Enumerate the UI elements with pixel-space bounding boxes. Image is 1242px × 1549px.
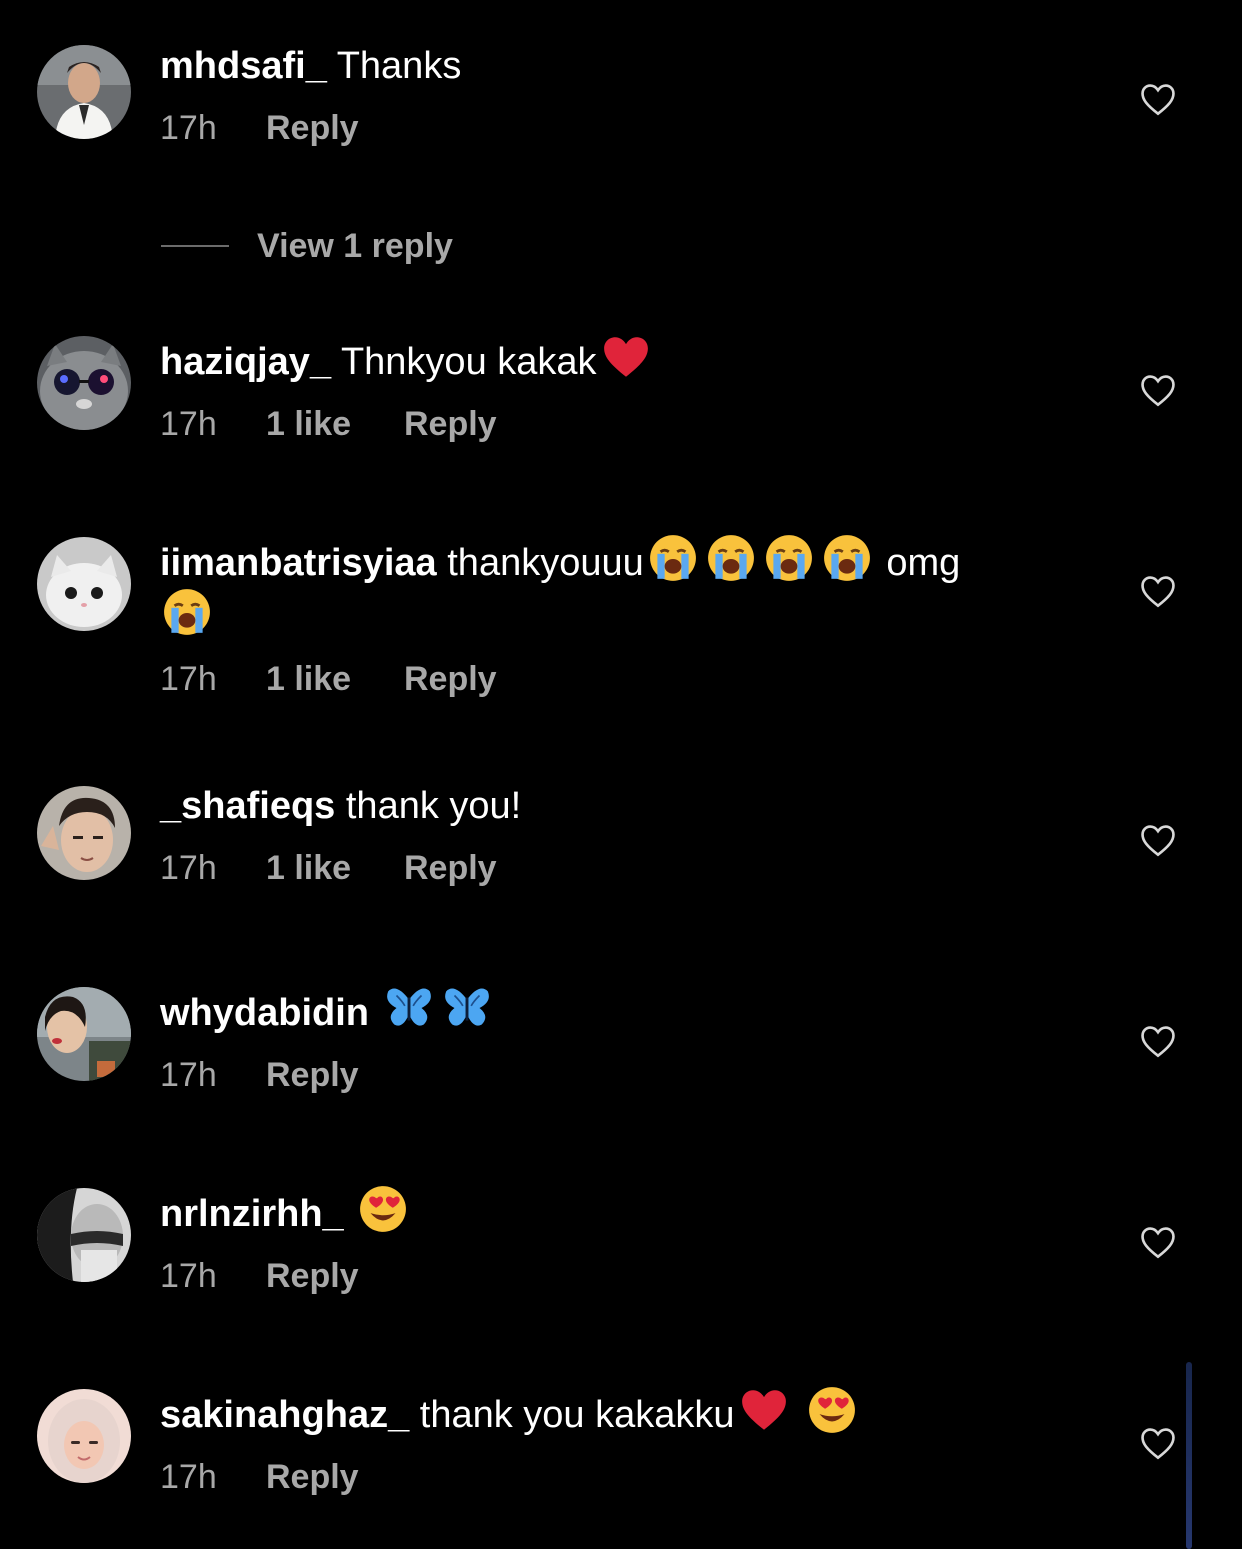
- loudly-crying-face-emoji: [822, 533, 872, 583]
- avatar[interactable]: [37, 537, 131, 631]
- reply-button[interactable]: Reply: [266, 1256, 359, 1296]
- avatar[interactable]: [37, 987, 131, 1081]
- reply-button[interactable]: Reply: [404, 404, 497, 444]
- comment-username[interactable]: nrlnzirhh_: [160, 1193, 344, 1235]
- avatar[interactable]: [37, 336, 131, 430]
- like-heart-icon[interactable]: [1139, 1426, 1177, 1460]
- blue-butterfly-emoji: [384, 983, 434, 1033]
- comment-likes[interactable]: 1 like: [266, 659, 404, 699]
- avatar[interactable]: [37, 786, 131, 880]
- comment-time: 17h: [160, 660, 217, 698]
- heart-eyes-face-emoji: [358, 1184, 408, 1234]
- reply-button[interactable]: Reply: [266, 1055, 359, 1095]
- comment-username[interactable]: mhdsafi_: [160, 45, 327, 87]
- like-heart-icon[interactable]: [1139, 1024, 1177, 1058]
- avatar[interactable]: [37, 1389, 131, 1483]
- heart-eyes-face-emoji: [807, 1385, 857, 1435]
- comment-username[interactable]: iimanbatrisyiaa: [160, 542, 437, 584]
- scrollbar[interactable]: [1186, 1362, 1192, 1549]
- comment-text: Thanks: [336, 45, 462, 87]
- avatar[interactable]: [37, 1188, 131, 1282]
- comment-time: 17h: [160, 1056, 217, 1094]
- divider: [161, 245, 229, 247]
- reply-button[interactable]: Reply: [266, 1457, 359, 1497]
- comment-text: Thnkyou kakak: [340, 341, 597, 383]
- comment-text: thank you kakakku: [419, 1394, 735, 1436]
- like-heart-icon[interactable]: [1139, 823, 1177, 857]
- loudly-crying-face-emoji: [706, 533, 756, 583]
- view-replies-label[interactable]: View 1 reply: [257, 227, 453, 266]
- comment-username[interactable]: sakinahghaz_: [160, 1394, 409, 1436]
- comment-likes[interactable]: 1 like: [266, 404, 404, 444]
- comment-time: 17h: [160, 849, 217, 887]
- loudly-crying-face-emoji: [764, 533, 814, 583]
- comment-text: thank you!: [345, 785, 522, 827]
- reply-button[interactable]: Reply: [404, 659, 497, 699]
- comment-username[interactable]: haziqjay_: [160, 341, 331, 383]
- avatar[interactable]: [37, 45, 131, 139]
- view-replies-button[interactable]: View 1 reply: [161, 222, 453, 270]
- comment-username[interactable]: whydabidin: [160, 992, 369, 1034]
- like-heart-icon[interactable]: [1139, 373, 1177, 407]
- loudly-crying-face-emoji: [162, 587, 212, 637]
- comment-text: thankyouuu: [447, 542, 644, 584]
- like-heart-icon[interactable]: [1139, 82, 1177, 116]
- reply-button[interactable]: Reply: [404, 848, 497, 888]
- comment-time: 17h: [160, 109, 217, 147]
- comment-username[interactable]: _shafieqs: [160, 785, 335, 827]
- like-heart-icon[interactable]: [1139, 1225, 1177, 1259]
- reply-button[interactable]: Reply: [266, 108, 359, 148]
- like-heart-icon[interactable]: [1139, 574, 1177, 608]
- loudly-crying-face-emoji: [648, 533, 698, 583]
- comment-time: 17h: [160, 1257, 217, 1295]
- comment-text-trailing: omg: [886, 542, 961, 584]
- comment-time: 17h: [160, 405, 217, 443]
- blue-butterfly-emoji: [442, 983, 492, 1033]
- red-heart-emoji: [739, 1385, 789, 1435]
- comment-time: 17h: [160, 1458, 217, 1496]
- red-heart-emoji: [601, 332, 651, 382]
- comment-likes[interactable]: 1 like: [266, 848, 404, 888]
